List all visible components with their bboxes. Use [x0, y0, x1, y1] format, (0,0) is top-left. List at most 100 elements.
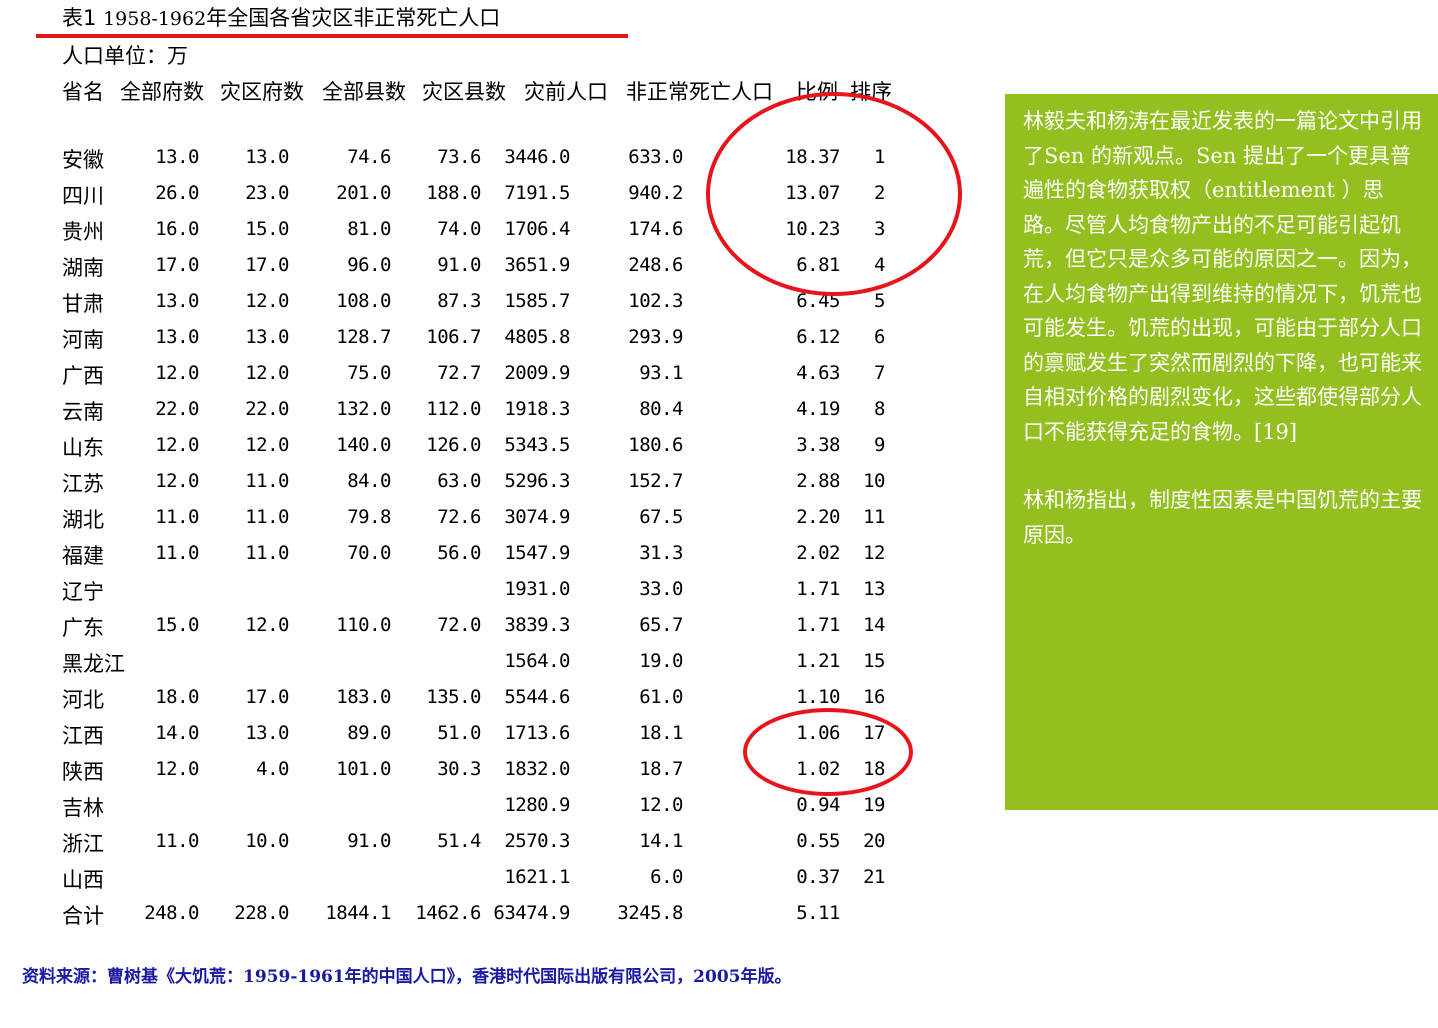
- table-cell-c4: 112.0: [426, 398, 481, 420]
- table-cell-c6: 152.7: [628, 470, 683, 492]
- table-title-text: 年全国各省灾区非正常死亡人口: [206, 6, 501, 30]
- table-cell-c8: 20: [863, 830, 885, 852]
- table-cell-c3: 79.8: [347, 506, 391, 528]
- table-cell-c3: 89.0: [347, 722, 391, 744]
- table-cell-c2: 13.0: [245, 146, 289, 168]
- table-cell-c2: 12.0: [245, 614, 289, 636]
- table-cell-c1: 18.0: [155, 686, 199, 708]
- table-cell-c8: 4: [874, 254, 885, 276]
- row-province: 湖南: [62, 256, 104, 280]
- table-cell-c1: 13.0: [155, 146, 199, 168]
- table-cell-c1: 16.0: [155, 218, 199, 240]
- table-cell-c8: 15: [863, 650, 885, 672]
- table-cell-c5: 5296.3: [504, 470, 570, 492]
- table-cell-c2: 23.0: [245, 182, 289, 204]
- table-cell-c8: 11: [863, 506, 885, 528]
- table-cell-c8: 3: [874, 218, 885, 240]
- table-cell-c5: 2009.9: [504, 362, 570, 384]
- table-cell-c6: 19.0: [639, 650, 683, 672]
- table-cell-c5: 3074.9: [504, 506, 570, 528]
- table-cell-c6: 80.4: [639, 398, 683, 420]
- table-cell-c7: 4.19: [796, 398, 840, 420]
- table-cell-c1: 17.0: [155, 254, 199, 276]
- table-cell-c7: 5.11: [796, 902, 840, 924]
- table-cell-c4: 72.0: [437, 614, 481, 636]
- table-cell-c8: 21: [863, 866, 885, 888]
- table-cell-c7: 10.23: [785, 218, 840, 240]
- commentary-box: 林毅夫和杨涛在最近发表的一篇论文中引用了Sen 的新观点。Sen 提出了一个更具…: [1005, 94, 1438, 810]
- table-cell-c2: 22.0: [245, 398, 289, 420]
- table-cell-c3: 110.0: [336, 614, 391, 636]
- table-cell-c1: 13.0: [155, 290, 199, 312]
- table-cell-c2: 12.0: [245, 434, 289, 456]
- table-cell-c1: 13.0: [155, 326, 199, 348]
- table-cell-c6: 174.6: [628, 218, 683, 240]
- table-cell-c3: 132.0: [336, 398, 391, 420]
- table-cell-c7: 6.45: [796, 290, 840, 312]
- table-cell-c2: 11.0: [245, 542, 289, 564]
- table-cell-c4: 106.7: [426, 326, 481, 348]
- table-cell-c3: 201.0: [336, 182, 391, 204]
- table-cell-c5: 3839.3: [504, 614, 570, 636]
- table-cell-c4: 1462.6: [415, 902, 481, 924]
- table-cell-c4: 74.0: [437, 218, 481, 240]
- table-cell-c6: 102.3: [628, 290, 683, 312]
- table-cell-c5: 3651.9: [504, 254, 570, 276]
- table-cell-c4: 87.3: [437, 290, 481, 312]
- table-cell-c5: 1585.7: [504, 290, 570, 312]
- table-cell-c8: 9: [874, 434, 885, 456]
- table-cell-c7: 6.12: [796, 326, 840, 348]
- column-header: 比例: [796, 80, 838, 104]
- table-cell-c6: 940.2: [628, 182, 683, 204]
- table-title-years: 1958-1962: [103, 8, 207, 30]
- row-province: 浙江: [62, 832, 104, 856]
- table-cell-c5: 3446.0: [504, 146, 570, 168]
- table-cell-c3: 140.0: [336, 434, 391, 456]
- row-province: 黑龙江: [62, 652, 125, 676]
- table-cell-c6: 633.0: [628, 146, 683, 168]
- row-province: 河北: [62, 688, 104, 712]
- table-cell-c8: 5: [874, 290, 885, 312]
- column-header: 非正常死亡人口: [626, 80, 773, 104]
- table-cell-c5: 1918.3: [504, 398, 570, 420]
- table-cell-c1: 11.0: [155, 542, 199, 564]
- row-province: 山东: [62, 436, 104, 460]
- table-cell-c7: 1.10: [796, 686, 840, 708]
- table-cell-c5: 1621.1: [504, 866, 570, 888]
- table-cell-c1: 22.0: [155, 398, 199, 420]
- commentary-paragraph-2: 林和杨指出，制度性因素是中国饥荒的主要原因。: [1023, 488, 1422, 547]
- source-note: 资料来源：曹树基《大饥荒：1959-1961年的中国人口》，香港时代国际出版有限…: [22, 967, 792, 987]
- table-cell-c4: 126.0: [426, 434, 481, 456]
- table-cell-c3: 108.0: [336, 290, 391, 312]
- table-cell-c5: 4805.8: [504, 326, 570, 348]
- table-cell-c4: 51.4: [437, 830, 481, 852]
- table-cell-c6: 14.1: [639, 830, 683, 852]
- table-cell-c7: 13.07: [785, 182, 840, 204]
- table-cell-c7: 1.02: [796, 758, 840, 780]
- table-cell-c2: 13.0: [245, 722, 289, 744]
- table-cell-c3: 91.0: [347, 830, 391, 852]
- table-cell-c8: 13: [863, 578, 885, 600]
- table-cell-c7: 2.20: [796, 506, 840, 528]
- table-cell-c7: 3.38: [796, 434, 840, 456]
- column-header: 灾前人口: [524, 80, 608, 104]
- table-cell-c5: 1713.6: [504, 722, 570, 744]
- table-cell-c5: 1832.0: [504, 758, 570, 780]
- table-cell-c1: 12.0: [155, 362, 199, 384]
- table-cell-c8: 10: [863, 470, 885, 492]
- table-cell-c4: 72.6: [437, 506, 481, 528]
- table-cell-c8: 2: [874, 182, 885, 204]
- table-cell-c2: 11.0: [245, 506, 289, 528]
- table-cell-c3: 81.0: [347, 218, 391, 240]
- row-province: 吉林: [62, 796, 104, 820]
- table-cell-c7: 1.06: [796, 722, 840, 744]
- table-cell-c4: 72.7: [437, 362, 481, 384]
- table-cell-c7: 6.81: [796, 254, 840, 276]
- table-cell-c1: 11.0: [155, 830, 199, 852]
- table-cell-c8: 12: [863, 542, 885, 564]
- table-cell-c5: 5343.5: [504, 434, 570, 456]
- table-cell-c2: 228.0: [234, 902, 289, 924]
- table-cell-c6: 248.6: [628, 254, 683, 276]
- table-cell-c8: 17: [863, 722, 885, 744]
- table-title: 表1 1958-1962年全国各省灾区非正常死亡人口: [62, 2, 500, 32]
